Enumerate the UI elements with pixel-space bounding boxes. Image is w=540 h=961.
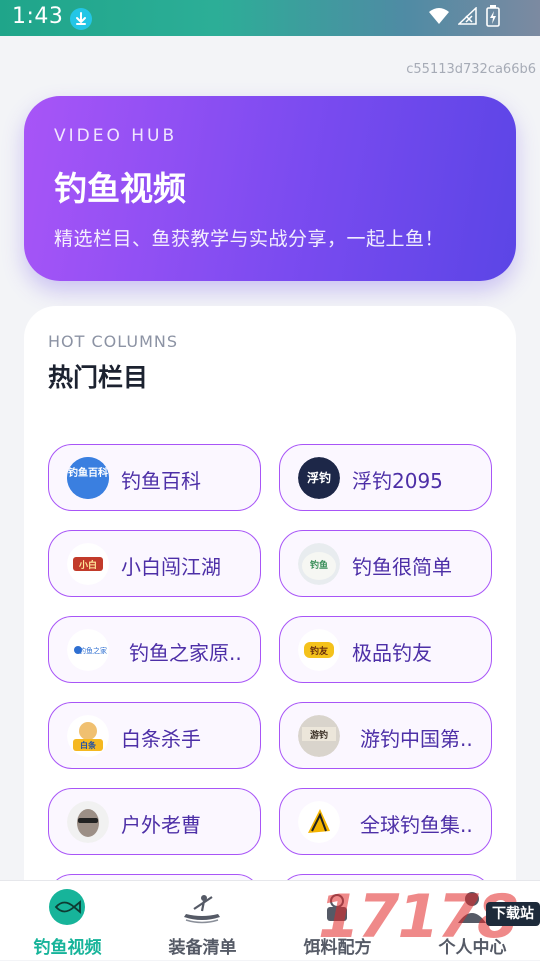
person-icon — [452, 889, 492, 923]
page-id: c55113d732ca66b6 — [406, 62, 536, 77]
status-bar: 1:43 — [0, 0, 540, 36]
column-logo-text: 游钓 — [310, 729, 328, 741]
nav-label: 钓鱼视频 — [33, 938, 102, 958]
hero-subtitle: 精选栏目、鱼获教学与实战分享，一起上鱼！ — [54, 228, 445, 250]
column-item[interactable]: 钓友 极品钓友 — [279, 616, 492, 683]
column-label: 浮钓2095 — [352, 469, 443, 493]
column-label: 钓鱼之家原.. — [129, 641, 242, 665]
column-logo-text: 白条 — [80, 740, 97, 750]
hero-banner: VIDEO HUB 钓鱼视频 精选栏目、鱼获教学与实战分享，一起上鱼！ — [24, 96, 516, 281]
fish-icon — [47, 889, 87, 925]
column-item[interactable]: 白条 白条杀手 — [48, 702, 261, 769]
column-logo: 钓鱼 — [298, 543, 340, 585]
column-label: 白条杀手 — [121, 727, 201, 751]
column-label: 小白闯江湖 — [121, 555, 221, 579]
column-item[interactable]: 游钓 游钓中国第.. — [279, 702, 492, 769]
column-logo: 小白 — [67, 543, 109, 585]
battery-icon — [486, 5, 500, 31]
column-label: 极品钓友 — [352, 641, 432, 665]
column-logo — [298, 801, 340, 843]
column-logo: 游钓 — [298, 715, 340, 757]
column-item[interactable]: 小白 小白闯江湖 — [48, 530, 261, 597]
column-logo: 白条 — [67, 715, 109, 757]
nav-item-gear[interactable]: 装备清单 — [135, 881, 270, 961]
nav-label: 饵料配方 — [303, 938, 372, 958]
column-label: 游钓中国第.. — [360, 727, 473, 751]
no-signal-icon — [457, 6, 478, 29]
bottom-nav: 钓鱼视频 装备清单 饵料配方 个人中心 — [0, 880, 540, 960]
column-logo-text: 浮钓 — [307, 470, 331, 485]
columns-eyebrow: HOT COLUMNS — [48, 332, 179, 351]
column-label: 全球钓鱼集.. — [360, 813, 473, 837]
hero-title: 钓鱼视频 — [54, 169, 186, 208]
column-logo-text: 钓鱼百科 — [68, 466, 108, 479]
column-label: 户外老曹 — [121, 813, 201, 837]
column-logo — [67, 801, 109, 843]
nav-item-bait[interactable]: 饵料配方 — [270, 881, 405, 961]
column-logo: 钓鱼之家 — [67, 629, 109, 671]
hero-eyebrow: VIDEO HUB — [54, 126, 178, 146]
column-label: 钓鱼百科 — [121, 469, 201, 493]
column-logo-text: 小白 — [78, 559, 97, 571]
column-logo-text: 钓鱼之家 — [79, 646, 107, 655]
column-item[interactable]: 钓鱼之家 钓鱼之家原.. — [48, 616, 261, 683]
column-item[interactable]: 钓鱼 钓鱼很简单 — [279, 530, 492, 597]
column-item[interactable]: 浮钓 浮钓2095 — [279, 444, 492, 511]
download-icon — [70, 8, 92, 30]
column-logo: 钓鱼百科 — [67, 457, 109, 499]
wifi-icon — [428, 7, 450, 29]
nav-item-videos[interactable]: 钓鱼视频 — [0, 881, 135, 961]
column-item[interactable]: 户外老曹 — [48, 788, 261, 855]
bait-icon — [317, 889, 357, 923]
column-logo-text: 钓鱼 — [310, 559, 328, 571]
column-label: 钓鱼很简单 — [352, 555, 452, 579]
hot-columns-card: HOT COLUMNS 热门栏目 钓鱼百科 钓鱼百科 浮钓 浮钓2095 小白 … — [24, 306, 516, 946]
status-time: 1:43 — [12, 4, 64, 29]
column-logo: 钓友 — [298, 629, 340, 671]
column-item[interactable]: 钓鱼百科 钓鱼百科 — [48, 444, 261, 511]
column-logo-text: 钓友 — [310, 645, 328, 657]
nav-label: 装备清单 — [168, 938, 237, 958]
column-item[interactable]: 全球钓鱼集.. — [279, 788, 492, 855]
column-logo: 浮钓 — [298, 457, 340, 499]
columns-title: 热门栏目 — [48, 363, 149, 392]
nav-item-profile[interactable]: 个人中心 — [405, 881, 540, 961]
nav-label: 个人中心 — [438, 938, 507, 958]
kayak-icon — [182, 889, 222, 924]
